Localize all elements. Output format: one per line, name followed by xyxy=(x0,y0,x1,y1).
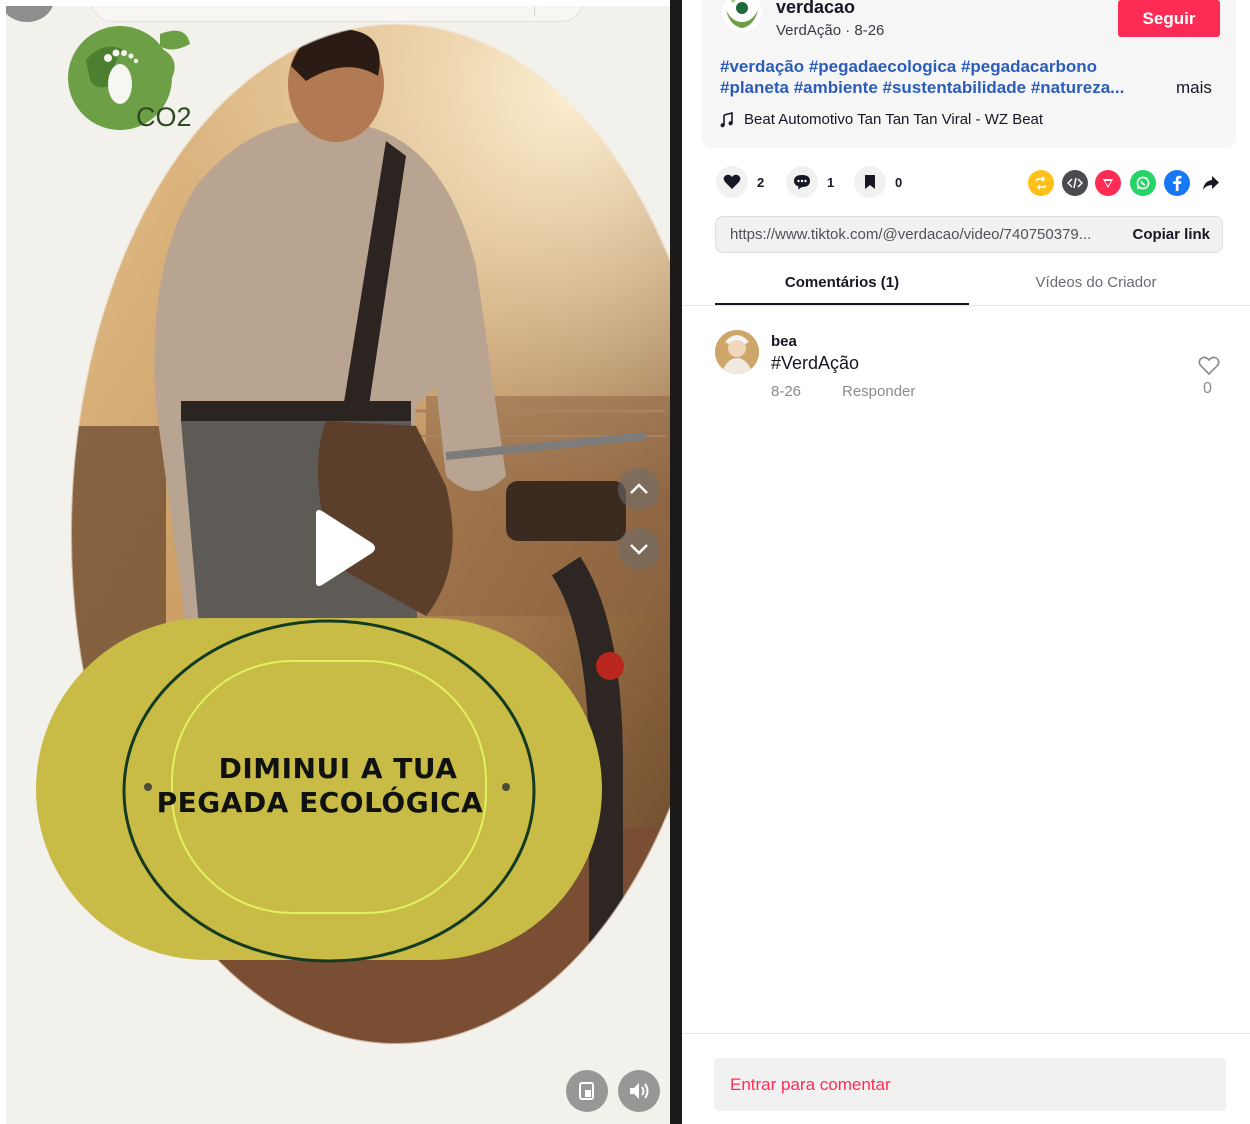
details-panel: verdacao VerdAção · 8-26 Seguir #verdaçã… xyxy=(682,0,1250,1124)
co2-footprint-logo: CO2 xyxy=(68,26,192,130)
video-link-box: https://www.tiktok.com/@verdacao/video/7… xyxy=(715,216,1223,253)
music-note-icon xyxy=(720,112,733,128)
chevron-down-icon[interactable] xyxy=(618,528,660,570)
tab-creator-videos[interactable]: Vídeos do Criador xyxy=(969,274,1223,291)
hashtags-line2[interactable]: #planeta #ambiente #sustentabilidade #na… xyxy=(720,78,1124,98)
comment-button[interactable]: 1 xyxy=(786,166,835,198)
comment-text: #VerdAção xyxy=(771,353,860,373)
play-icon[interactable] xyxy=(308,508,378,588)
like-button[interactable]: 2 xyxy=(716,166,765,198)
reply-link[interactable]: Responder xyxy=(842,383,915,400)
chevron-up-icon[interactable] xyxy=(618,468,660,510)
co2-label: CO2 xyxy=(136,102,192,130)
save-count: 0 xyxy=(895,174,903,190)
commenter-avatar[interactable] xyxy=(715,330,759,374)
comment-date: 8-26 xyxy=(771,383,802,400)
repost-icon[interactable] xyxy=(1028,170,1054,196)
like-count: 2 xyxy=(757,174,765,190)
overlay-title-line1: DIMINUI A TUA xyxy=(218,752,458,785)
footer-divider xyxy=(682,1033,1250,1034)
volume-icon[interactable] xyxy=(618,1070,660,1112)
overlay-title-line2: PEGADA ECOLÓGICA xyxy=(156,786,484,819)
more-link[interactable]: mais xyxy=(1176,78,1212,98)
author-meta: VerdAção · 8-26 xyxy=(776,22,885,39)
copy-link-button[interactable]: Copiar link xyxy=(1132,226,1210,243)
save-button[interactable]: 0 xyxy=(854,166,903,198)
tabs-divider xyxy=(682,305,1250,306)
tab-comments[interactable]: Comentários (1) xyxy=(715,274,969,291)
send-icon[interactable] xyxy=(1095,170,1121,196)
active-tab-indicator xyxy=(715,303,969,305)
video-url[interactable]: https://www.tiktok.com/@verdacao/video/7… xyxy=(730,226,1091,243)
picture-in-picture-icon[interactable] xyxy=(566,1070,608,1112)
comment-bubble-icon xyxy=(786,166,818,198)
video-player[interactable]: CO2 DIMINUI A TUA PEGADA ECOLÓGICA xyxy=(6,6,670,1124)
panel-divider xyxy=(670,0,682,1124)
heart-outline-icon[interactable] xyxy=(1198,356,1220,376)
comment-username[interactable]: bea xyxy=(771,333,797,350)
follow-button[interactable]: Seguir xyxy=(1118,0,1220,37)
bookmark-icon xyxy=(854,166,886,198)
embed-icon[interactable] xyxy=(1062,170,1088,196)
login-to-comment-button[interactable]: Entrar para comentar xyxy=(714,1058,1226,1111)
whatsapp-icon[interactable] xyxy=(1130,170,1156,196)
comment-count: 1 xyxy=(827,174,835,190)
author-username[interactable]: verdacao xyxy=(776,0,855,18)
share-arrow-icon[interactable] xyxy=(1198,170,1224,196)
facebook-icon[interactable] xyxy=(1164,170,1190,196)
comment-like-count: 0 xyxy=(1203,380,1212,397)
heart-icon xyxy=(716,166,748,198)
music-title[interactable]: Beat Automotivo Tan Tan Tan Viral - WZ B… xyxy=(744,111,1043,128)
hashtags-line1[interactable]: #verdação #pegadaecologica #pegadacarbon… xyxy=(720,57,1097,77)
